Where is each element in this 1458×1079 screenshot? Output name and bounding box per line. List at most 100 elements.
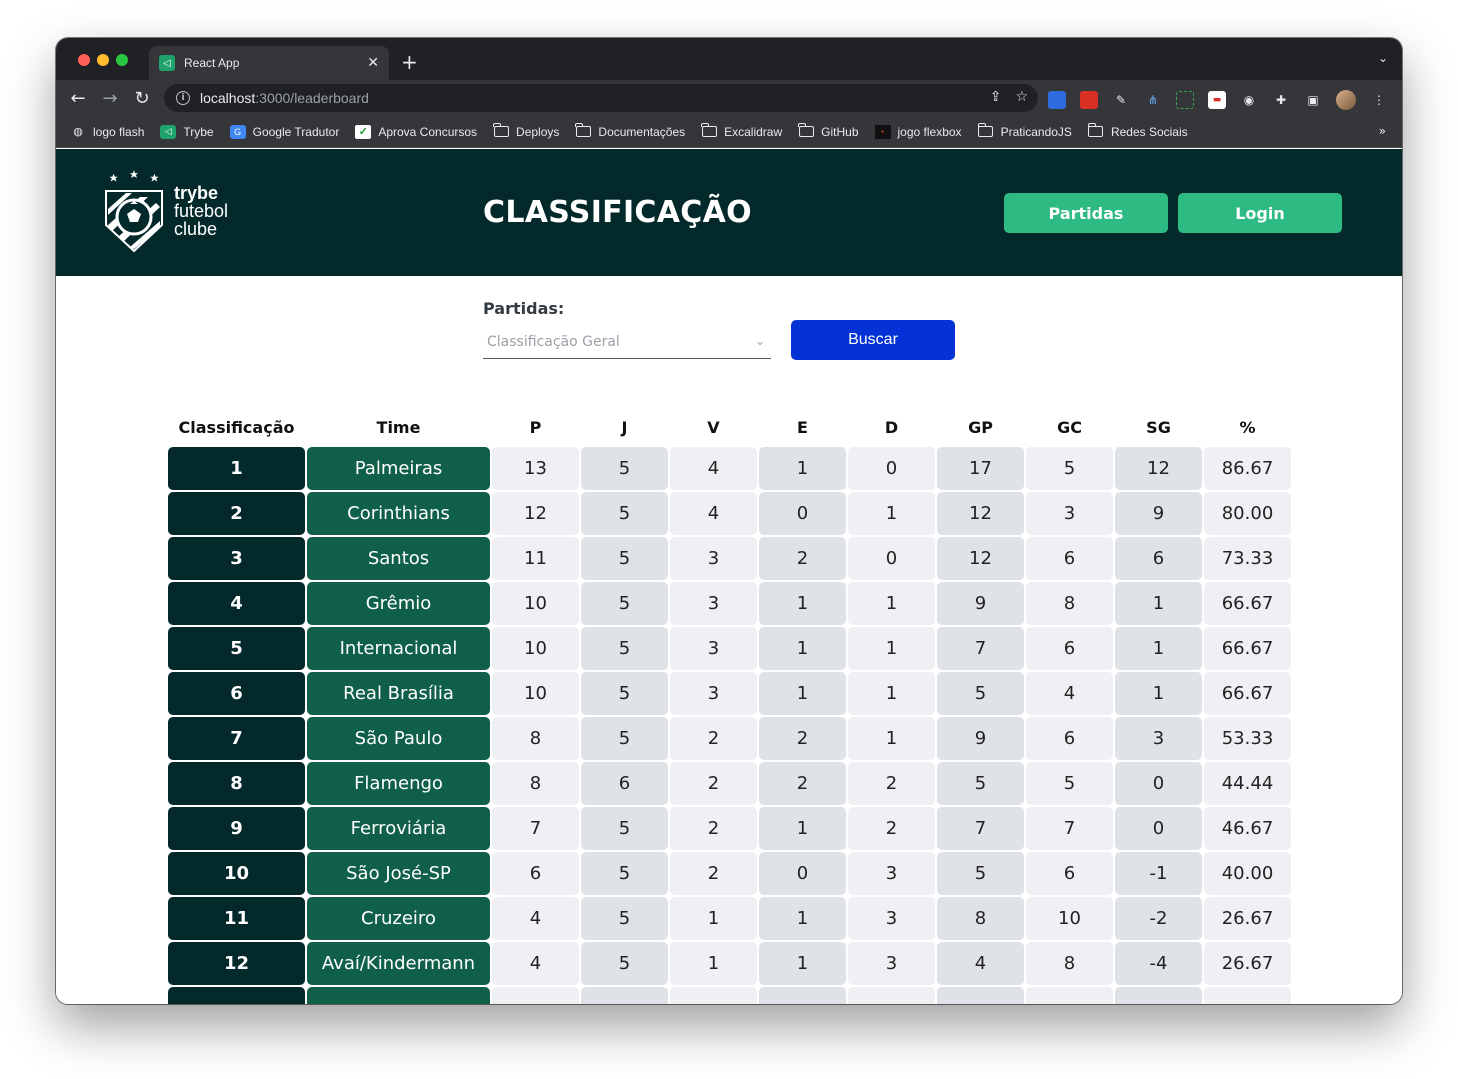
stat-cell: 5	[581, 537, 668, 580]
table-header: Classificação Time P J V E D GP GC SG%	[168, 407, 1293, 447]
table-row: 11 Cruzeiro 4 5 1 1 3 8 10 -2 26.67	[168, 897, 1293, 940]
rank-cell: 11	[168, 897, 305, 940]
bookmark-praticandojs[interactable]: PraticandoJS	[977, 123, 1072, 139]
table-row: 8 Flamengo 8 6 2 2 2 5 5 0 44.44	[168, 762, 1293, 805]
bookmark-logo-flash[interactable]: ◍ logo flash	[70, 125, 144, 139]
trybe-favicon-icon: ◁	[159, 55, 175, 71]
stat-cell: 9	[937, 717, 1024, 760]
stat-cell: -1	[1115, 852, 1202, 895]
bookmark-trybe[interactable]: ◁ Trybe	[160, 124, 214, 139]
maximize-window-button[interactable]	[116, 54, 128, 66]
tab-close-icon[interactable]: ✕	[367, 55, 379, 71]
bookmark-aprova-concursos[interactable]: ✓ Aprova Concursos	[355, 124, 477, 139]
stat-cell: 5	[581, 897, 668, 940]
stat-cell	[670, 987, 757, 1004]
login-button[interactable]: Login	[1178, 193, 1342, 233]
close-window-button[interactable]	[78, 54, 90, 66]
table-row: 3 Santos 11 5 3 2 0 12 6 6 73.33	[168, 537, 1293, 580]
stat-cell: 5	[581, 672, 668, 715]
profile-avatar[interactable]	[1336, 90, 1356, 110]
stat-cell: 40.00	[1204, 852, 1291, 895]
column-header: Time	[376, 417, 421, 437]
stat-cell: 3	[670, 627, 757, 670]
rank-cell: 4	[168, 582, 305, 625]
bookmark-github[interactable]: GitHub	[798, 123, 859, 139]
tab-title: React App	[184, 56, 240, 70]
stat-cell: 1	[759, 807, 846, 850]
address-bar[interactable]: i localhost:3000/leaderboard ⇪ ☆	[164, 84, 1038, 112]
bookmark-jogo-flexbox[interactable]: ▪ jogo flexbox	[874, 124, 962, 139]
folder-icon	[798, 123, 814, 139]
stat-cell: 44.44	[1204, 762, 1291, 805]
stat-cell: 12	[492, 492, 579, 535]
stat-cell: 10	[492, 627, 579, 670]
extension-pen-icon[interactable]: ✎	[1112, 91, 1130, 109]
team-cell: Palmeiras	[307, 447, 490, 490]
buscar-button[interactable]: Buscar	[791, 320, 955, 360]
stat-cell: 1	[848, 627, 935, 670]
extension-eyes-icon[interactable]: ◉	[1240, 91, 1258, 109]
partidas-filter-select[interactable]: Classificação Geral ⌄	[483, 325, 771, 359]
stat-cell: 1	[848, 672, 935, 715]
bookmarks-overflow-icon[interactable]: »	[1379, 124, 1386, 138]
partidas-button[interactable]: Partidas	[1004, 193, 1168, 233]
url-text[interactable]: localhost:3000/leaderboard	[200, 90, 369, 106]
app-header: trybe futebol clube CLASSIFICAÇÃO Partid…	[56, 149, 1402, 276]
browser-tab[interactable]: ◁ React App ✕	[149, 46, 389, 80]
stat-cell: 6	[1026, 717, 1113, 760]
table-row: 2 Corinthians 12 5 4 0 1 12 3 9 80.00	[168, 492, 1293, 535]
stat-cell: 7	[1026, 807, 1113, 850]
column-header: SG	[1146, 417, 1171, 437]
new-tab-icon[interactable]: +	[401, 50, 418, 74]
extension-calendar-icon[interactable]: ▬	[1208, 91, 1226, 109]
share-icon[interactable]: ⇪	[990, 89, 1002, 105]
forward-icon[interactable]: →	[98, 86, 122, 110]
column-header: GC	[1057, 417, 1082, 437]
stat-cell: 2	[670, 852, 757, 895]
back-icon[interactable]: ←	[66, 86, 90, 110]
table-row: 4 Grêmio 10 5 3 1 1 9 8 1 66.67	[168, 582, 1293, 625]
extensions-puzzle-icon[interactable]: ✚	[1272, 91, 1290, 109]
stat-cell: 1	[670, 942, 757, 985]
bookmark-excalidraw[interactable]: Excalidraw	[701, 123, 782, 139]
table-row: 1 Palmeiras 13 5 4 1 0 17 5 12 86.67	[168, 447, 1293, 490]
stat-cell: 10	[1026, 897, 1113, 940]
stat-cell: 5	[1026, 762, 1113, 805]
extension-screenshot-icon[interactable]	[1176, 91, 1194, 109]
stat-cell: 66.67	[1204, 582, 1291, 625]
team-cell: Corinthians	[307, 492, 490, 535]
site-info-icon[interactable]: i	[176, 91, 190, 105]
stat-cell	[848, 987, 935, 1004]
bookmark-google-tradutor[interactable]: G Google Tradutor	[229, 124, 339, 139]
stat-cell: 0	[848, 537, 935, 580]
extension-network-icon[interactable]: ⋔	[1144, 91, 1162, 109]
browser-menu-icon[interactable]: ⋮	[1370, 91, 1388, 109]
stat-cell: 80.00	[1204, 492, 1291, 535]
stat-cell: 13	[492, 447, 579, 490]
stat-cell: 5	[581, 942, 668, 985]
extension-red-icon[interactable]	[1080, 91, 1098, 109]
reload-icon[interactable]: ↻	[130, 86, 154, 110]
stat-cell: 5	[937, 672, 1024, 715]
bookmark-redes-sociais[interactable]: Redes Sociais	[1087, 123, 1188, 139]
stat-cell: 1	[1115, 582, 1202, 625]
minimize-window-button[interactable]	[97, 54, 109, 66]
bookmark-documentacoes[interactable]: Documentações	[575, 123, 685, 139]
rank-cell: 9	[168, 807, 305, 850]
table-row: 7 São Paulo 8 5 2 2 1 9 6 3 53.33	[168, 717, 1293, 760]
stat-cell: 4	[492, 942, 579, 985]
side-panel-icon[interactable]: ▣	[1304, 91, 1322, 109]
tab-search-chevron-icon[interactable]: ⌄	[1378, 51, 1388, 65]
stat-cell: 5	[581, 627, 668, 670]
stat-cell	[1026, 987, 1113, 1004]
stat-cell: 6	[492, 852, 579, 895]
stat-cell: 46.67	[1204, 807, 1291, 850]
bookmarks-bar: ◍ logo flash ◁ Trybe G Google Tradutor ✓ Apr…	[56, 116, 1402, 148]
stat-cell: 2	[670, 807, 757, 850]
tab-strip: ◁ React App ✕ + ⌄	[56, 38, 1402, 80]
stat-cell: 7	[492, 807, 579, 850]
extension-docs-icon[interactable]	[1048, 91, 1066, 109]
bookmark-star-icon[interactable]: ☆	[1015, 89, 1028, 105]
bookmark-deploys[interactable]: Deploys	[493, 123, 559, 139]
stat-cell: 1	[759, 897, 846, 940]
